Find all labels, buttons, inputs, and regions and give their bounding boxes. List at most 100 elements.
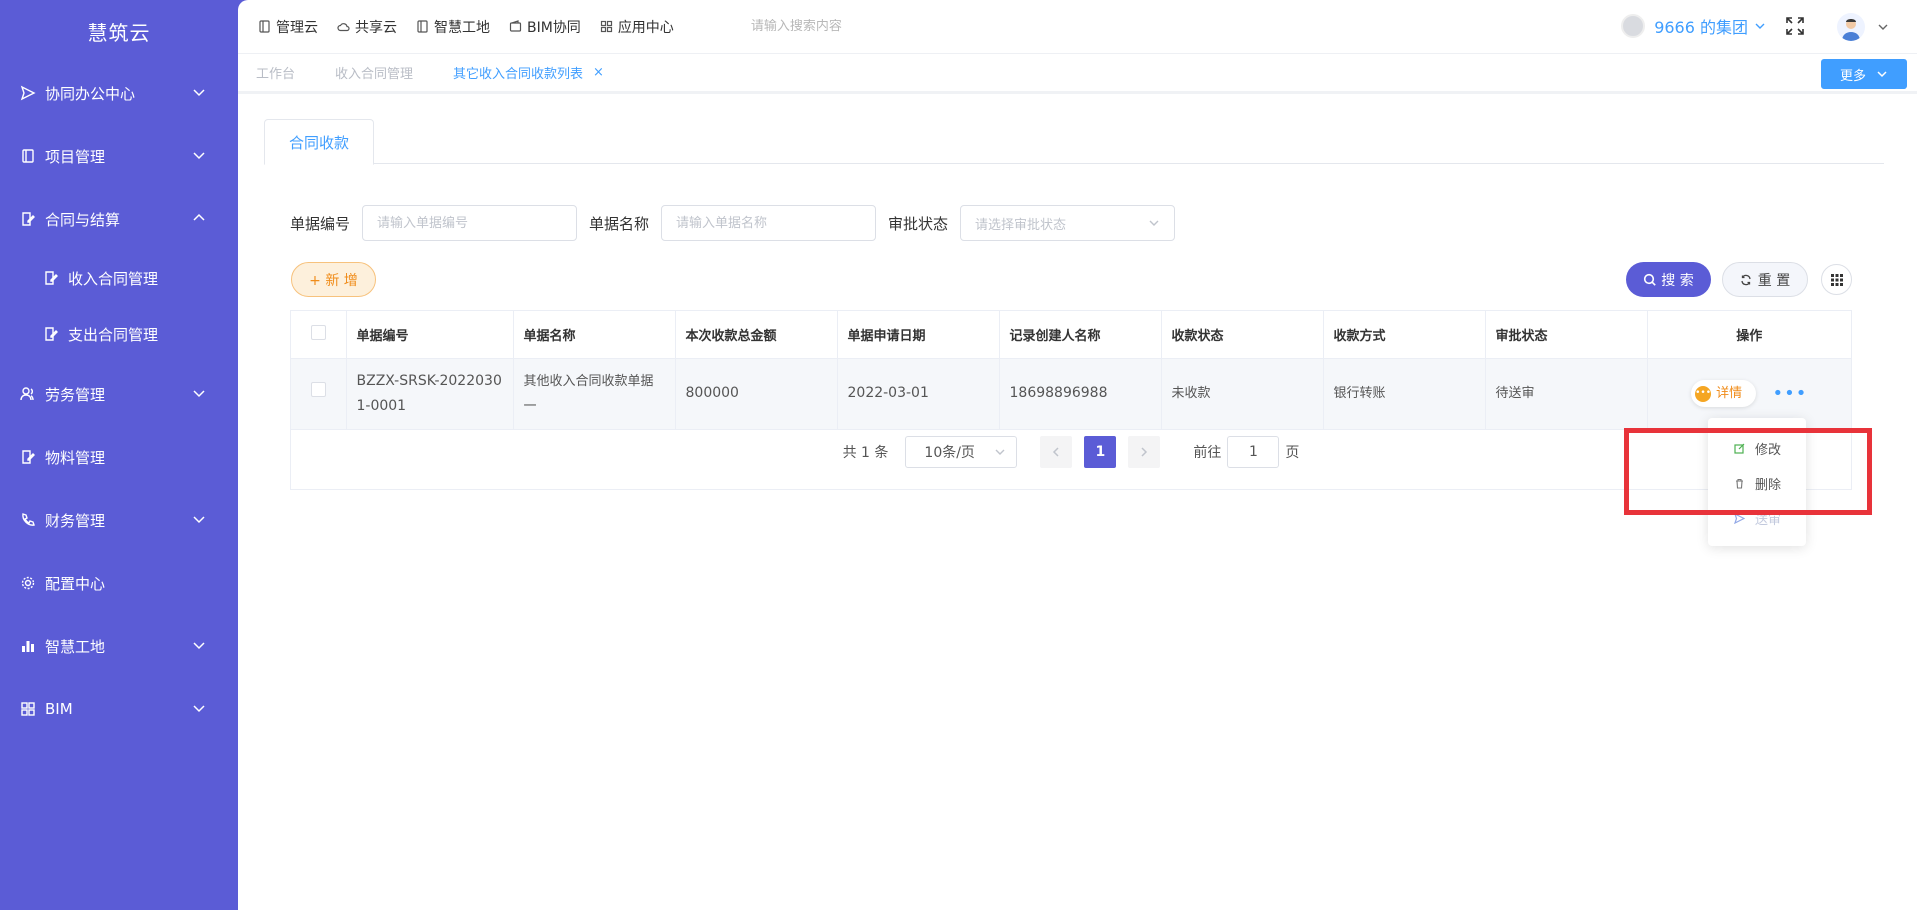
top-link-label: 智慧工地 — [434, 19, 490, 36]
row-select-cell — [291, 358, 347, 430]
main-panel: 管理云 共享云 智慧工地 BIM协同 应用中心 9666 的集团 — [238, 0, 1917, 910]
column-settings-button[interactable] — [1821, 264, 1852, 295]
sidebar-item-smart-site[interactable]: 智慧工地 — [0, 626, 238, 666]
chevron-down-icon — [995, 449, 1005, 455]
pagination: 共 1 条 10条/页 1 前往 页 — [291, 429, 1851, 474]
table: 单据编号 单据名称 本次收款总金额 单据申请日期 记录创建人名称 收款状态 收款… — [291, 311, 1851, 430]
column-header: 收款方式 — [1323, 311, 1486, 359]
sidebar-item-config-center[interactable]: 配置中心 — [0, 563, 238, 603]
grid-icon — [20, 701, 36, 717]
tab-other-income-receipts[interactable]: 其它收入合同收款列表 × — [453, 63, 604, 82]
sidebar-item-label: 配置中心 — [45, 574, 106, 593]
column-header: 单据名称 — [513, 311, 676, 359]
cell-receipt-status: 未收款 — [1161, 358, 1324, 430]
sidebar-item-label: 项目管理 — [45, 147, 106, 166]
sidebar-item-expense-contract[interactable]: 支出合同管理 — [0, 314, 238, 354]
column-header: 操作 — [1647, 311, 1851, 359]
page-number-button[interactable]: 1 — [1084, 435, 1117, 468]
chevron-up-icon — [193, 213, 205, 221]
code-filter-label: 单据编号 — [290, 214, 351, 233]
sidebar-item-label: 协同办公中心 — [45, 84, 136, 103]
code-filter-input[interactable] — [362, 205, 578, 241]
more-button-label: 更多 — [1839, 68, 1866, 84]
sidebar-item-label: 收入合同管理 — [68, 269, 159, 288]
goto-page-input[interactable] — [1227, 435, 1280, 468]
chevron-down-icon — [193, 516, 205, 524]
global-search-input[interactable] — [750, 19, 951, 34]
name-filter-input[interactable] — [661, 205, 877, 241]
top-link-app-center[interactable]: 应用中心 — [600, 17, 674, 37]
detail-button[interactable]: ••• 详情 — [1691, 380, 1757, 407]
edit-doc-icon — [20, 449, 36, 465]
sidebar-item-collab-office[interactable]: 协同办公中心 — [0, 73, 238, 113]
reset-button[interactable]: 重 置 — [1722, 262, 1808, 297]
page-size-value: 10条/页 — [924, 444, 975, 461]
next-page-button[interactable] — [1128, 435, 1161, 468]
detail-button-label: 详情 — [1716, 386, 1743, 401]
status-filter-select[interactable]: 请选择审批状态 — [960, 205, 1176, 241]
filter-bar: 单据编号 单据名称 审批状态 请选择审批状态 — [290, 205, 1176, 241]
app-logo: 慧筑云 — [87, 20, 151, 45]
sidebar-item-label: 智慧工地 — [45, 637, 106, 656]
top-link-shared-cloud[interactable]: 共享云 — [337, 17, 397, 37]
top-link-smart-site[interactable]: 智慧工地 — [416, 17, 490, 37]
cell-creator: 18698896988 — [999, 358, 1162, 430]
select-all-checkbox[interactable] — [310, 324, 326, 340]
more-actions-icon[interactable]: ••• — [1773, 381, 1808, 406]
reset-button-label: 重 置 — [1757, 272, 1791, 289]
org-logo — [1621, 14, 1646, 38]
sidebar-item-project[interactable]: 项目管理 — [0, 136, 238, 176]
app-root: 慧筑云 协同办公中心 项目管理 合同与结算 收入合同管理 支出合同管理 劳务管理 — [0, 0, 1917, 910]
column-header: 单据申请日期 — [837, 311, 1000, 359]
refresh-icon — [1741, 274, 1751, 285]
content-tab-strip: 合同收款 — [264, 119, 1884, 165]
receipts-table: 单据编号 单据名称 本次收款总金额 单据申请日期 记录创建人名称 收款状态 收款… — [290, 310, 1852, 490]
tab-income-contract[interactable]: 收入合同管理 — [335, 63, 413, 82]
top-link-bim-collab[interactable]: BIM协同 — [509, 17, 581, 37]
status-filter-placeholder: 请选择审批状态 — [975, 217, 1067, 233]
sidebar-item-contract-settlement[interactable]: 合同与结算 — [0, 199, 238, 239]
sidebar-item-bim[interactable]: BIM — [0, 689, 238, 729]
tab-bar: 工作台 收入合同管理 其它收入合同收款列表 × 更多 — [238, 54, 1917, 94]
chevron-left-icon — [1053, 446, 1059, 457]
tab-contract-receipts[interactable]: 合同收款 — [264, 119, 374, 165]
sidebar-item-finance[interactable]: 财务管理 — [0, 500, 238, 540]
chevron-down-icon — [193, 152, 205, 160]
cloud-icon — [337, 23, 350, 32]
goto-suffix: 页 — [1285, 444, 1300, 461]
highlight-annotation-box — [1624, 428, 1872, 515]
chevron-down-icon — [1877, 71, 1887, 78]
select-all-cell — [291, 311, 347, 359]
chevron-down-icon — [193, 390, 205, 398]
chevron-down-icon — [1149, 220, 1159, 226]
chevron-down-icon[interactable] — [1877, 21, 1889, 33]
bar-chart-icon — [20, 638, 36, 654]
tab-workbench[interactable]: 工作台 — [256, 63, 295, 82]
page-size-select[interactable]: 10条/页 — [905, 435, 1018, 468]
grid-icon — [600, 20, 612, 33]
grid-icon — [1830, 273, 1843, 286]
sidebar-item-materials[interactable]: 物料管理 — [0, 437, 238, 477]
fullscreen-icon[interactable] — [1785, 16, 1805, 36]
sidebar-item-labor[interactable]: 劳务管理 — [0, 374, 238, 414]
sidebar-item-label: 支出合同管理 — [68, 325, 159, 344]
cell-name: 其他收入合同收款单据一 — [513, 358, 676, 430]
users-icon — [20, 386, 36, 402]
pagination-total: 共 1 条 — [842, 444, 889, 461]
cell-code: BZZX-SRSK-20220301-0001 — [346, 358, 514, 430]
row-checkbox[interactable] — [310, 382, 326, 397]
search-button[interactable]: 搜 索 — [1626, 262, 1711, 297]
sidebar-item-income-contract[interactable]: 收入合同管理 — [0, 258, 238, 298]
prev-page-button[interactable] — [1040, 435, 1073, 468]
table-row: BZZX-SRSK-20220301-0001 其他收入合同收款单据一 8000… — [291, 358, 1851, 430]
column-header: 本次收款总金额 — [675, 311, 838, 359]
more-button[interactable]: 更多 — [1821, 59, 1907, 89]
table-header-row: 单据编号 单据名称 本次收款总金额 单据申请日期 记录创建人名称 收款状态 收款… — [291, 311, 1851, 359]
user-avatar[interactable] — [1837, 13, 1865, 41]
search-icon — [1644, 273, 1657, 286]
close-icon[interactable]: × — [593, 65, 604, 80]
org-switcher[interactable]: 9666 的集团 — [1621, 14, 1766, 38]
send-icon — [20, 85, 36, 101]
top-link-management-cloud[interactable]: 管理云 — [258, 17, 318, 37]
add-button[interactable]: + 新 增 — [291, 262, 376, 297]
